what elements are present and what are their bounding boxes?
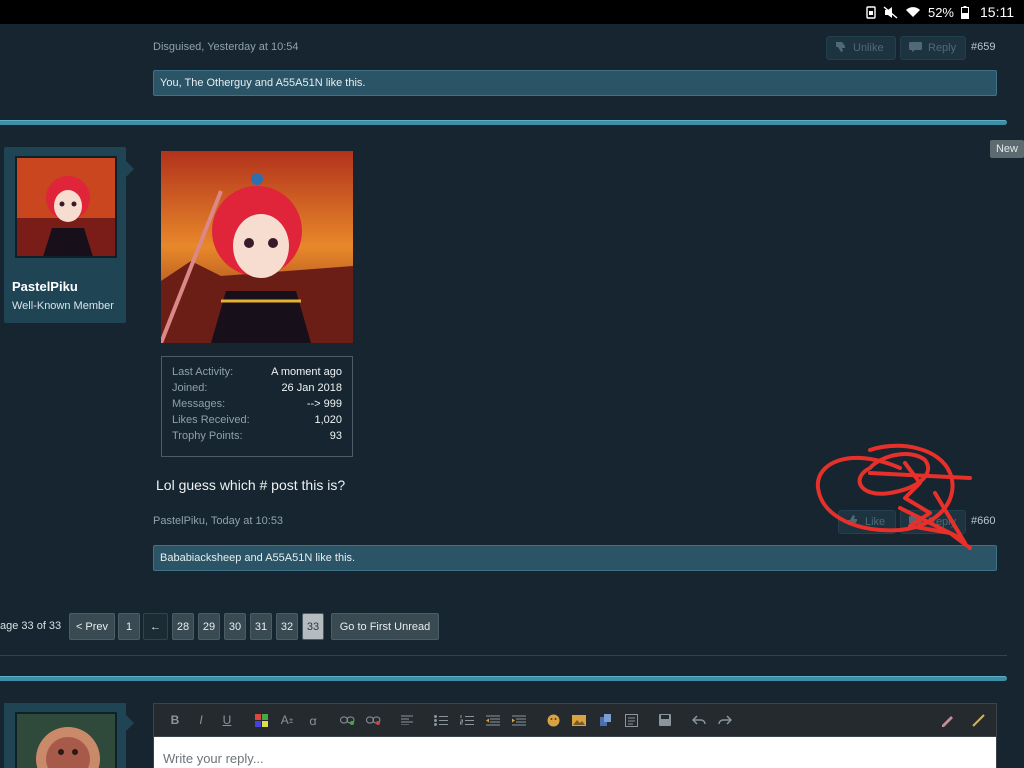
page-32-button[interactable]: 32 <box>276 613 298 640</box>
user-stats: Last Activity: A moment ago Joined: 26 J… <box>161 356 353 457</box>
redo-icon[interactable] <box>712 707 738 733</box>
page-skip-button[interactable]: ← <box>143 613 168 640</box>
post-meta-660[interactable]: PastelPiku, Today at 10:53 <box>153 515 283 527</box>
reply-user-card <box>4 703 134 768</box>
media-icon[interactable] <box>592 707 618 733</box>
link-icon[interactable] <box>334 707 360 733</box>
editor-toolbar: B I U A ± ꭤ <box>153 703 997 737</box>
page-31-button[interactable]: 31 <box>250 613 272 640</box>
reply-button-660[interactable]: Reply <box>900 510 966 534</box>
align-icon[interactable] <box>394 707 420 733</box>
go-to-first-unread-button[interactable]: Go to First Unread <box>331 613 439 640</box>
indent-icon[interactable] <box>506 707 532 733</box>
reply-bubble-icon <box>909 41 922 55</box>
unlike-label: Unlike <box>853 42 884 54</box>
stat-row-last-activity: Last Activity: A moment ago <box>172 366 342 378</box>
avatar-large[interactable] <box>161 151 353 343</box>
stat-row-joined: Joined: 26 Jan 2018 <box>172 382 342 394</box>
like-button[interactable]: Like <box>838 510 896 534</box>
page-29-button[interactable]: 29 <box>198 613 220 640</box>
numbered-list-icon[interactable] <box>454 707 480 733</box>
stat-row-trophy-points[interactable]: Trophy Points: 93 <box>172 430 342 446</box>
new-badge: New <box>990 140 1024 158</box>
reply-button-659[interactable]: Reply <box>900 36 966 60</box>
toggle-bbcode-icon[interactable] <box>966 707 992 733</box>
smilie-icon[interactable] <box>540 707 566 733</box>
reply-editor: B I U A ± ꭤ Write your reply... <box>153 703 997 768</box>
battery-icon <box>961 5 969 19</box>
likes-bar-659[interactable]: You, The Otherguy and A55A51N like this. <box>153 70 997 96</box>
font-family-icon[interactable]: ꭤ <box>300 707 326 733</box>
post-number-659[interactable]: #659 <box>971 41 995 53</box>
page-30-button[interactable]: 30 <box>224 613 246 640</box>
wifi-icon <box>905 6 921 18</box>
avatar[interactable] <box>15 156 117 258</box>
outdent-icon[interactable] <box>480 707 506 733</box>
clock: 15:11 <box>980 4 1014 20</box>
status-bar: 52% 15:11 <box>0 0 1024 24</box>
page-1-button[interactable]: 1 <box>118 613 140 640</box>
reply-separator <box>0 676 1007 681</box>
bullet-list-icon[interactable] <box>428 707 454 733</box>
user-title: Well-Known Member <box>12 300 114 312</box>
reply-label: Reply <box>928 42 957 54</box>
unlike-button[interactable]: Unlike <box>826 36 896 60</box>
unlink-icon[interactable] <box>360 707 386 733</box>
prev-page-button[interactable]: < Prev <box>69 613 115 640</box>
font-size-icon[interactable]: A ± <box>274 707 300 733</box>
user-card: PastelPiku Well-Known Member <box>4 147 134 323</box>
page-33-button[interactable]: 33 <box>302 613 324 640</box>
thumbs-down-icon <box>835 41 847 55</box>
text-color-icon[interactable] <box>248 707 274 733</box>
post-message: Lol guess which # post this is? <box>156 477 346 493</box>
battery-percent: 52% <box>927 4 954 20</box>
undo-icon[interactable] <box>686 707 712 733</box>
post-separator <box>0 120 1007 125</box>
divider <box>0 655 1007 656</box>
post-meta-659[interactable]: Disguised, Yesterday at 10:54 <box>153 41 299 53</box>
page-28-button[interactable]: 28 <box>172 613 194 640</box>
sim-icon <box>866 5 876 19</box>
reply-label: Reply <box>928 516 957 528</box>
like-label: Like <box>865 516 886 528</box>
mute-icon <box>883 5 898 19</box>
thumbs-up-icon <box>847 515 859 529</box>
image-icon[interactable] <box>566 707 592 733</box>
italic-icon[interactable]: I <box>188 707 214 733</box>
save-draft-icon[interactable] <box>652 707 678 733</box>
stat-row-likes-received: Likes Received: 1,020 <box>172 414 342 426</box>
reply-bubble-icon <box>909 515 922 529</box>
stat-row-messages[interactable]: Messages: --> 999 <box>172 398 342 414</box>
underline-icon[interactable]: U <box>214 707 240 733</box>
reply-avatar[interactable] <box>15 712 117 768</box>
scribble-annotation <box>815 443 972 550</box>
pagination-label: age 33 of 33 <box>0 620 62 632</box>
bold-icon[interactable]: B <box>162 707 188 733</box>
username[interactable]: PastelPiku <box>12 279 78 294</box>
remove-format-icon[interactable] <box>934 707 960 733</box>
post-number-660[interactable]: #660 <box>971 515 995 527</box>
quote-icon[interactable] <box>618 707 644 733</box>
likes-bar-660[interactable]: Bababiacksheep and A55A51N like this. <box>153 545 997 571</box>
reply-input[interactable]: Write your reply... <box>153 737 997 768</box>
